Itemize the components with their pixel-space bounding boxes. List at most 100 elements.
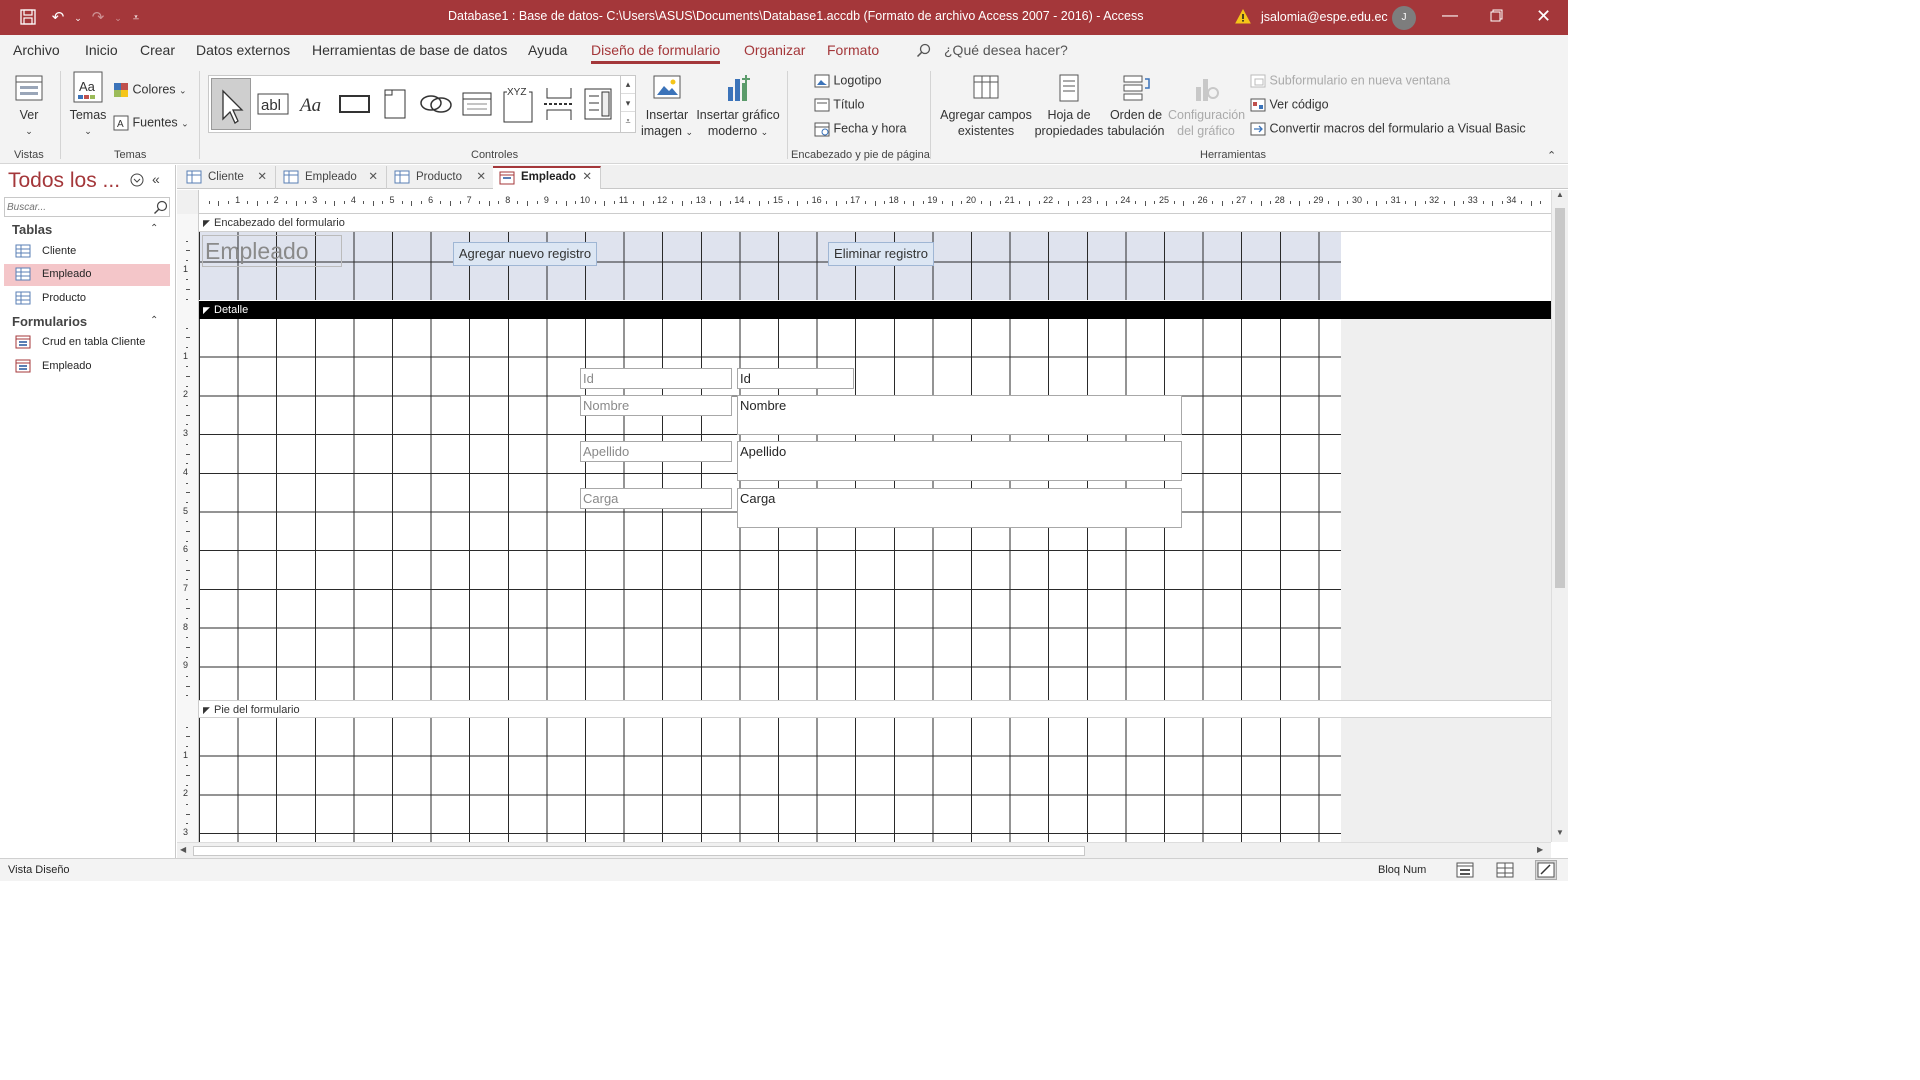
undo-dropdown-icon[interactable]: ⌄ xyxy=(68,8,88,28)
scroll-left-icon[interactable]: ◀ xyxy=(180,845,186,854)
textbox-tool-icon[interactable]: abl xyxy=(257,91,289,120)
tab-organizar[interactable]: Organizar xyxy=(744,42,805,58)
add-record-button[interactable]: Agregar nuevo registro xyxy=(453,242,597,266)
minimize-icon[interactable]: — xyxy=(1442,7,1458,25)
form-header-grid[interactable] xyxy=(199,232,1341,300)
section-footer-bar[interactable]: ◤ Pie del formulario xyxy=(199,700,1551,718)
tab-herramientas-bd[interactable]: Herramientas de base de datos xyxy=(312,42,507,58)
ruler-corner[interactable] xyxy=(177,190,199,214)
user-account[interactable]: jsalomia@espe.edu.ec xyxy=(1261,10,1388,24)
select-tool-icon[interactable] xyxy=(211,78,251,130)
tab-inicio[interactable]: Inicio xyxy=(85,42,118,58)
nav-search-box[interactable] xyxy=(4,197,170,217)
avatar[interactable]: J xyxy=(1392,6,1416,30)
tab-control-tool-icon[interactable] xyxy=(381,88,409,123)
field-textbox-id[interactable]: Id xyxy=(737,368,854,389)
field-textbox-carga[interactable]: Carga xyxy=(737,488,1182,528)
horizontal-scrollbar[interactable]: ◀ ▶ xyxy=(177,842,1551,858)
convertir-macros-button[interactable]: Convertir macros del formulario a Visual… xyxy=(1250,121,1526,137)
insertar-grafico-button[interactable]: Insertar gráfico moderno ⌄ xyxy=(696,73,780,140)
restore-icon[interactable] xyxy=(1490,9,1503,25)
tell-me-search[interactable]: ¿Qué desea hacer? xyxy=(944,42,1068,58)
tab-ayuda[interactable]: Ayuda xyxy=(528,42,567,58)
vertical-scrollbar[interactable]: ▲ ▼ xyxy=(1551,190,1568,842)
doc-tab-producto[interactable]: Producto ✕ xyxy=(388,166,495,189)
combo-box-tool-icon[interactable] xyxy=(583,86,615,125)
nav-group-tablas[interactable]: Tablas xyxy=(12,222,52,237)
titulo-button[interactable]: Título xyxy=(814,97,865,113)
tab-formato[interactable]: Formato xyxy=(827,42,879,58)
tab-diseno-formulario[interactable]: Diseño de formulario xyxy=(591,42,721,64)
field-textbox-apellido[interactable]: Apellido xyxy=(737,441,1182,481)
undo-icon[interactable]: ↶ xyxy=(48,8,68,28)
vertical-scroll-thumb[interactable] xyxy=(1555,208,1565,588)
close-tab-icon[interactable]: ✕ xyxy=(368,166,378,188)
subformulario-button[interactable]: Subformulario en nueva ventana xyxy=(1250,73,1450,89)
collapse-ribbon-icon[interactable]: ⌃ xyxy=(1547,149,1556,162)
horizontal-ruler[interactable]: 1 2 3 4 5 6 7 8 9 10 11 12 13 14 15 16 17 18 19 20 21 22 23 24 2… xyxy=(199,190,1551,214)
option-group-tool-icon[interactable]: XYZ xyxy=(501,82,535,127)
section-detail-bar[interactable]: ◤ Detalle xyxy=(199,301,1551,319)
colores-button[interactable]: Colores ⌄ xyxy=(113,82,187,98)
chevron-up-icon[interactable]: ⌃ xyxy=(150,223,158,234)
save-icon[interactable] xyxy=(18,8,38,28)
redo-icon[interactable]: ↷ xyxy=(88,8,108,28)
nav-search-input[interactable] xyxy=(7,199,147,215)
nav-item-empleado-table[interactable]: Empleado xyxy=(4,264,170,286)
scroll-right-icon[interactable]: ▶ xyxy=(1537,845,1543,854)
nav-item-crud-cliente[interactable]: Crud en tabla Cliente xyxy=(4,332,170,354)
warning-icon[interactable] xyxy=(1235,8,1251,28)
field-label-apellido[interactable]: Apellido xyxy=(580,441,732,462)
horizontal-scroll-thumb[interactable] xyxy=(193,846,1085,856)
close-tab-icon[interactable]: ✕ xyxy=(476,166,486,188)
nav-item-empleado-form[interactable]: Empleado xyxy=(4,356,170,378)
web-browser-tool-icon[interactable] xyxy=(461,90,493,121)
ver-codigo-button[interactable]: Ver código xyxy=(1250,97,1329,113)
gallery-more-icon[interactable]: ⩡ xyxy=(621,111,635,131)
ver-button[interactable]: Ver ⌄ xyxy=(10,73,48,139)
design-view-icon[interactable] xyxy=(1535,860,1557,880)
chevron-up-icon[interactable]: ⌃ xyxy=(150,315,158,326)
fuentes-button[interactable]: A Fuentes ⌄ xyxy=(113,115,189,131)
gallery-up-icon[interactable]: ▴ xyxy=(621,75,635,93)
page-break-tool-icon[interactable] xyxy=(542,84,576,127)
customize-qat-icon[interactable]: ⩡ xyxy=(126,8,146,28)
agregar-campos-button[interactable]: Agregar campos existentes xyxy=(938,73,1034,139)
nav-collapse-icon[interactable]: « xyxy=(152,171,160,187)
orden-tabulacion-button[interactable]: Orden de tabulación xyxy=(1104,73,1168,139)
tab-archivo[interactable]: Archivo xyxy=(13,42,60,58)
temas-button[interactable]: Aa Temas ⌄ xyxy=(68,71,108,139)
redo-dropdown-icon[interactable]: ⌄ xyxy=(108,8,128,28)
search-icon[interactable] xyxy=(153,200,168,215)
doc-tab-cliente[interactable]: Cliente ✕ xyxy=(180,166,276,189)
hoja-propiedades-button[interactable]: Hoja de propiedades xyxy=(1034,73,1104,139)
tab-crear[interactable]: Crear xyxy=(140,42,175,58)
field-label-nombre[interactable]: Nombre xyxy=(580,395,732,416)
fecha-hora-button[interactable]: Fecha y hora xyxy=(814,121,906,137)
nav-menu-icon[interactable] xyxy=(130,173,144,190)
doc-tab-empleado-table[interactable]: Empleado ✕ xyxy=(277,166,387,189)
field-label-id[interactable]: Id xyxy=(580,368,732,389)
nav-item-cliente[interactable]: Cliente xyxy=(4,241,170,263)
footer-grid[interactable] xyxy=(199,718,1341,842)
logotipo-button[interactable]: Logotipo xyxy=(814,73,881,89)
form-view-icon[interactable] xyxy=(1456,862,1474,881)
close-tab-icon[interactable]: ✕ xyxy=(257,166,267,188)
insertar-imagen-button[interactable]: Insertar imagen ⌄ xyxy=(640,73,694,140)
label-tool-icon[interactable]: Aa xyxy=(298,91,330,120)
delete-record-button[interactable]: Eliminar registro xyxy=(828,242,934,266)
scroll-up-icon[interactable]: ▲ xyxy=(1552,190,1568,199)
button-tool-icon[interactable] xyxy=(339,93,371,118)
nav-title[interactable]: Todos los ... xyxy=(8,169,120,193)
form-title-label[interactable]: Empleado xyxy=(202,235,342,267)
close-tab-icon[interactable]: ✕ xyxy=(582,168,592,187)
hyperlink-tool-icon[interactable] xyxy=(419,90,453,121)
field-label-carga[interactable]: Carga xyxy=(580,488,732,509)
doc-tab-empleado-form[interactable]: Empleado ✕ xyxy=(493,166,601,189)
scroll-down-icon[interactable]: ▼ xyxy=(1552,828,1568,837)
section-header-bar[interactable]: ◤ Encabezado del formulario xyxy=(199,214,1551,232)
close-icon[interactable]: ✕ xyxy=(1536,6,1551,27)
layout-view-icon[interactable] xyxy=(1496,862,1514,881)
configuracion-grafico-button[interactable]: Configuración del gráfico xyxy=(1168,73,1245,139)
tab-datos-externos[interactable]: Datos externos xyxy=(196,42,290,58)
